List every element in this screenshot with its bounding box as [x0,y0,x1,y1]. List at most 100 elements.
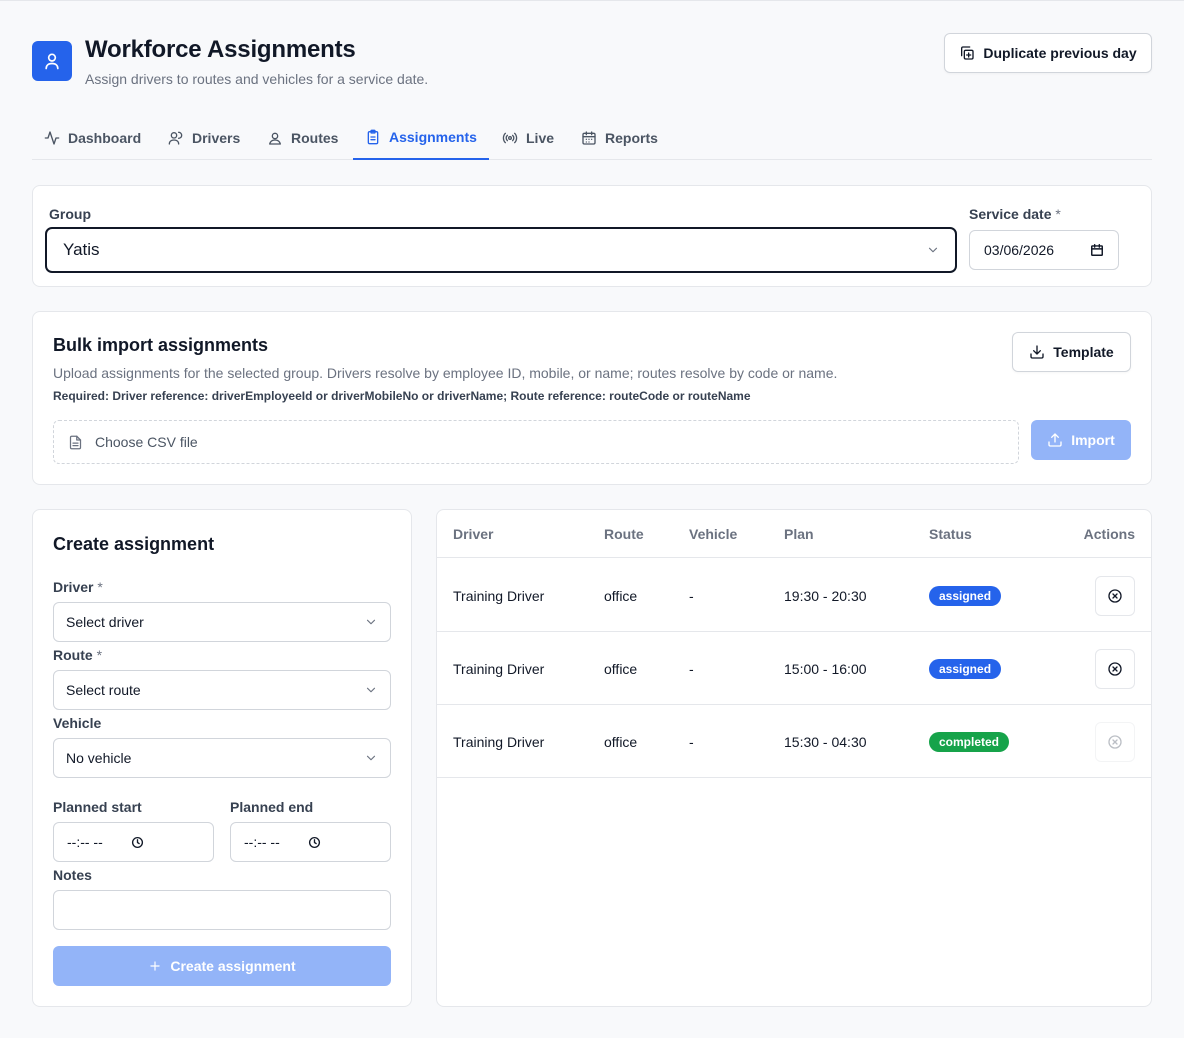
driver-select[interactable]: Select driver [53,602,391,642]
x-circle-icon [1108,661,1122,676]
cell-actions [1095,559,1135,632]
cell-vehicle: - [689,587,694,604]
service-date-input[interactable]: 03/06/2026 [969,230,1119,270]
create-assignment-title: Create assignment [53,534,215,554]
plus-icon [150,961,161,971]
upload-icon [1048,433,1062,447]
clock-icon[interactable] [131,836,144,849]
calendar-icon [582,130,596,145]
column-header-vehicle: Vehicle [689,526,738,542]
tab-reports[interactable]: Reports [569,115,670,160]
table-header: Driver Route Vehicle Plan Status Actions [437,510,1151,558]
column-header-status: Status [929,526,972,542]
tab-label: Routes [291,129,339,146]
cell-route: office [604,587,638,604]
cell-vehicle: - [689,660,694,677]
driver-label: Driver * [53,579,103,595]
cancel-assignment-button[interactable] [1095,648,1135,689]
cell-route: office [604,660,638,677]
duplicate-label: Duplicate previous day [983,45,1137,61]
tab-routes[interactable]: Routes [255,115,350,160]
file-text-icon [69,435,82,449]
column-header-route: Route [604,526,644,542]
tab-label: Reports [605,129,658,146]
tab-assignments[interactable]: Assignments [353,115,489,160]
tab-dashboard[interactable]: Dashboard [32,115,153,160]
required-mark: * [1055,206,1061,222]
bulk-import-description: Upload assignments for the selected grou… [53,365,838,381]
duplicate-previous-day-button[interactable]: Duplicate previous day [944,33,1152,73]
column-header-actions: Actions [1083,526,1135,542]
group-select[interactable]: Yatis [45,227,957,273]
service-date-label: Service date * [969,206,1061,222]
csv-file-picker[interactable]: Choose CSV file [53,420,1019,464]
tab-drivers[interactable]: Drivers [156,115,252,160]
chevron-down-icon [928,247,938,253]
page-subtitle: Assign drivers to routes and vehicles fo… [85,71,429,87]
cell-route: office [604,733,638,750]
table-row: Training Driver office - 15:00 - 16:00 a… [437,632,1151,705]
vehicle-select[interactable]: No vehicle [53,738,391,778]
notes-input[interactable] [53,890,391,930]
group-value: Yatis [63,240,100,259]
vehicle-label: Vehicle [53,715,102,731]
clock-icon[interactable] [308,836,321,849]
tab-live[interactable]: Live [490,115,566,160]
map-pin-icon [269,132,281,145]
planned-end-input[interactable]: --:-- -- [230,822,391,862]
download-icon [1030,345,1044,359]
tab-label: Assignments [389,128,477,145]
radio-icon [502,132,518,143]
cell-driver: Training Driver [453,733,545,750]
cell-status: assigned [929,559,1002,632]
csv-file-label: Choose CSV file [95,434,198,450]
cell-plan: 19:30 - 20:30 [784,587,867,604]
planned-start-placeholder: --:-- -- [67,834,103,850]
status-badge: assigned [929,585,1002,606]
x-circle-icon [1108,588,1122,603]
route-select[interactable]: Select route [53,670,391,710]
cancel-assignment-button-disabled[interactable] [1095,721,1135,762]
user-icon [45,53,59,70]
import-label: Import [1071,432,1115,448]
x-circle-icon [1108,734,1122,749]
route-select-value: Select route [66,682,141,698]
import-button[interactable]: Import [1031,420,1131,460]
cell-vehicle: - [689,733,694,750]
bulk-import-title: Bulk import assignments [53,335,269,355]
tab-label: Live [526,129,555,146]
tab-label: Dashboard [68,129,142,146]
planned-start-input[interactable]: --:-- -- [53,822,214,862]
driver-select-value: Select driver [66,614,144,630]
create-assignment-button[interactable]: Create assignment [53,946,391,986]
planned-end-placeholder: --:-- -- [244,834,280,850]
nav-tabs: Dashboard Drivers Routes Assignments Liv… [32,115,1152,160]
bulk-import-requirements: Required: Driver reference: driverEmploy… [53,389,751,403]
cell-status: completed [929,705,1010,778]
driver-label-text: Driver [53,579,94,595]
cell-plan: 15:00 - 16:00 [784,660,867,677]
column-header-plan: Plan [784,526,814,542]
activity-icon [44,130,60,145]
column-header-driver: Driver [453,526,494,542]
chevron-down-icon [366,687,376,693]
page-title: Workforce Assignments [85,36,356,63]
planned-start-label: Planned start [53,799,142,815]
cell-actions [1095,705,1135,778]
tab-label: Drivers [192,129,241,146]
cell-driver: Training Driver [453,587,545,604]
group-label: Group [49,206,91,222]
cancel-assignment-button[interactable] [1095,575,1135,616]
chevron-down-icon [366,619,376,625]
table-row: Training Driver office - 15:30 - 04:30 c… [437,705,1151,778]
create-assignment-label: Create assignment [170,958,296,974]
users-icon [168,131,183,145]
status-badge: assigned [929,658,1002,679]
template-button[interactable]: Template [1012,332,1131,372]
calendar-picker-icon[interactable] [1090,243,1104,257]
notes-label: Notes [53,867,92,883]
required-mark: * [97,579,103,595]
vehicle-select-value: No vehicle [66,750,132,766]
cell-driver: Training Driver [453,660,545,677]
clipboard-icon [367,129,379,144]
